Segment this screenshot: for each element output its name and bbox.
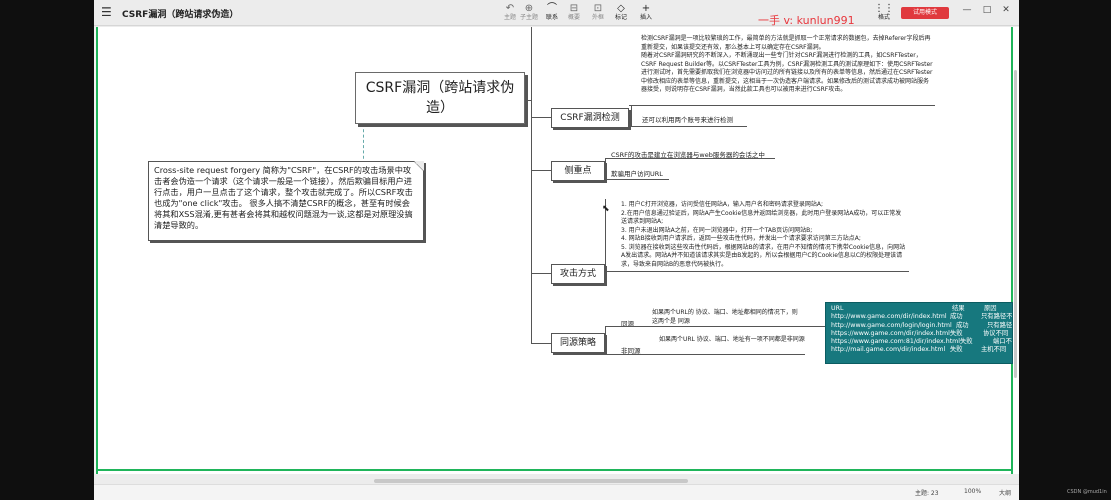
- close-button[interactable]: ✕: [999, 5, 1013, 15]
- note-callout[interactable]: Cross-site request forgery 简称为"CSRF"，在CS…: [148, 161, 424, 241]
- table-row: http://www.game.com/login/login.html 成功 …: [831, 321, 1013, 329]
- origin-table[interactable]: URL 结果 原因 http://www.game.com/dir/index.…: [825, 302, 1013, 364]
- branch-line-focus: [531, 170, 551, 171]
- focus-sub2-text[interactable]: 欺骗用户访问URL: [611, 168, 663, 178]
- table-row: http://www.game.com/dir/index.html 成功 只有…: [831, 313, 1013, 321]
- minimize-button[interactable]: —: [960, 5, 974, 15]
- blog-watermark: CSDN @mud1in: [1067, 489, 1107, 495]
- cross-origin-desc-underline: [653, 354, 805, 355]
- left-green-frame: [96, 27, 98, 474]
- format-icon: ⋮⋮: [874, 3, 894, 14]
- branch-same-origin[interactable]: 同源策略: [551, 333, 605, 353]
- focus-sub1-underline: [605, 158, 775, 159]
- trunk-line: [531, 27, 532, 343]
- attack-step-3: 3. 用户未退出网站A之前，在同一浏览器中，打开一个TAB页访问网站B;: [621, 226, 813, 234]
- detect-sub-text[interactable]: 还可以利用两个账号来进行检测: [642, 114, 733, 124]
- mouse-cursor-icon: ⬉: [602, 204, 610, 214]
- topic-count: 主题: 23: [915, 490, 939, 497]
- insert-icon: +: [641, 3, 651, 14]
- branch-line-detect: [531, 117, 551, 118]
- focus-fork: [605, 158, 606, 180]
- attack-step-1: 1. 用户C打开浏览器，访问受信任网站A，输入用户名和密码请求登录网站A;: [621, 201, 824, 208]
- detect-detail-underline: [629, 105, 935, 106]
- note-connector: [363, 124, 364, 164]
- attack-steps[interactable]: 1. 用户C打开浏览器，访问受信任网站A，输入用户名和密码请求登录网站A; 2.…: [621, 201, 907, 269]
- marker-icon: ◇: [617, 3, 625, 14]
- right-green-frame: [1011, 27, 1013, 474]
- relationship-icon: ⌒: [547, 3, 557, 14]
- attack-underline: [605, 271, 909, 272]
- detect-detail-text[interactable]: 检测CSRF漏洞是一项比较繁琐的工作，最简单的方法就是抓取一个正常请求的数据包，…: [641, 35, 933, 95]
- hamburger-menu-icon[interactable]: ☰: [101, 6, 113, 18]
- horizontal-scrollbar[interactable]: [374, 479, 688, 483]
- subtopic-icon: ⊕: [524, 3, 534, 14]
- zoom-level[interactable]: 100%: [964, 488, 981, 495]
- branch-line-origin: [531, 343, 551, 344]
- same-origin-desc[interactable]: 如果两个URL的 协议、端口、地址都相同的情况下，则这两个是 同源: [652, 309, 802, 326]
- bottom-green-frame: [96, 469, 1013, 471]
- cross-origin-desc[interactable]: 如果两个URL 协议、端口、地址有一项不同都是非同源: [659, 336, 805, 345]
- boundary-icon: ⊡: [593, 3, 603, 14]
- toolbar-summary-button[interactable]: ⊟ 概要: [562, 3, 586, 25]
- branch-focus[interactable]: 侧重点: [551, 161, 605, 181]
- root-connector: [525, 100, 531, 101]
- detect-fork: [631, 105, 632, 127]
- attack-step-4: 4. 网站B接收到用户请求后，返回一些攻击性代码，并发出一个请求要求访问第三方站…: [621, 235, 861, 242]
- format-panel-button[interactable]: ⋮⋮ 格式: [872, 3, 896, 25]
- focus-sub2-underline: [605, 179, 669, 180]
- table-connector: [801, 326, 825, 327]
- root-topic[interactable]: CSRF漏洞（跨站请求伪造）: [355, 72, 525, 124]
- trial-mode-button[interactable]: 试用模式: [901, 7, 949, 19]
- toolbar-boundary-button[interactable]: ⊡ 外框: [586, 3, 610, 25]
- origin-fork: [605, 326, 606, 354]
- maximize-button[interactable]: □: [980, 5, 994, 15]
- same-origin-underline: [605, 326, 649, 327]
- status-bar: 主题: 23 100% 大纲: [94, 484, 1019, 500]
- table-header-url: URL: [831, 305, 844, 312]
- toolbar-insert-button[interactable]: + 插入: [634, 3, 658, 25]
- attack-step-5: 5. 浏览器在接收到这些攻击性代码后，根据网站B的请求，在用户不知情的情况下携带…: [621, 243, 906, 268]
- outline-toggle[interactable]: 大纲: [999, 488, 1011, 497]
- note-folded-corner: [414, 161, 424, 171]
- watermark-text: 一手 v: kunlun991: [758, 14, 855, 27]
- attack-step-2: 2.在用户信息通过验证后，网站A产生Cookie信息并返回给浏览器，此时用户登录…: [621, 209, 902, 226]
- right-screen-border: [1019, 0, 1111, 500]
- cross-origin-underline: [605, 354, 653, 355]
- branch-line-attack: [531, 273, 551, 274]
- left-screen-border: [0, 0, 94, 500]
- mindmap-app: ☰ CSRF漏洞（跨站请求伪造） ↶ 主题 ⊕ 子主题 ⌒ 联系 ⊟ 概要 ⊡ …: [0, 0, 1111, 500]
- toolbar-marker-button[interactable]: ◇ 标记: [609, 3, 633, 25]
- toolbar-subtopic-button[interactable]: ⊕ 子主题: [517, 3, 541, 25]
- detect-sub-underline: [631, 126, 747, 127]
- document-title: CSRF漏洞（跨站请求伪造）: [122, 10, 239, 20]
- branch-csrf-detect[interactable]: CSRF漏洞检测: [551, 108, 629, 128]
- same-origin-desc-underline: [649, 326, 801, 327]
- vertical-scrollbar[interactable]: [1014, 70, 1017, 378]
- toolbar-relationship-button[interactable]: ⌒ 联系: [540, 3, 564, 25]
- table-row: http://mail.game.com/dir/index.html 失败 主…: [831, 346, 1007, 354]
- branch-attack-method[interactable]: 攻击方式: [551, 264, 605, 284]
- table-row: https://www.game.com/dir/index.html 失败 协…: [831, 329, 1009, 337]
- summary-icon: ⊟: [569, 3, 579, 14]
